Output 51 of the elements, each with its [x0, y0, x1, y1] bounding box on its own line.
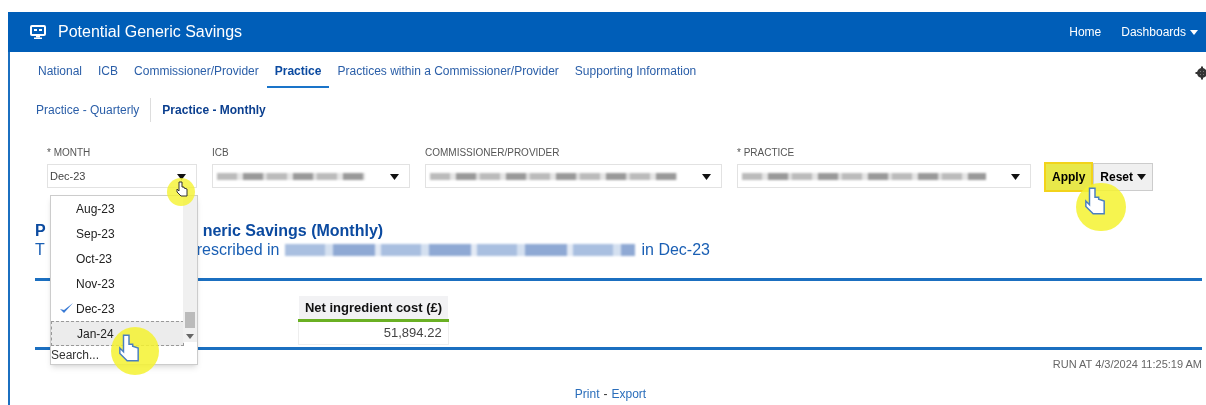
tab[interactable]: Practices within a Commissioner/Provider — [329, 62, 567, 88]
checkmark-icon — [59, 302, 74, 314]
field-label: COMMISSIONER/PROVIDER — [425, 146, 561, 160]
tab[interactable]: Supporting Information — [566, 62, 705, 88]
hand-cursor-icon — [176, 181, 188, 197]
tab[interactable]: National — [30, 62, 91, 88]
nav-menu[interactable]: Dashboards — [1121, 23, 1198, 41]
tab[interactable]: ICB — [90, 62, 127, 88]
search-field[interactable]: Search... — [51, 346, 100, 364]
run-timestamp: RUN AT 4/3/2024 11:25:19 AM — [1052, 356, 1202, 372]
link[interactable]: Print — [574, 385, 600, 403]
separator-text: - — [603, 386, 608, 403]
caret-icon — [1011, 174, 1020, 180]
tab[interactable]: Practice - Quarterly — [28, 101, 148, 119]
dropdown-option[interactable]: Nov-23 — [51, 271, 184, 296]
dropdown-option[interactable]: Dec-23 — [51, 296, 184, 321]
report-subtitle: in Dec-23 — [641, 240, 710, 260]
dropdown-option[interactable]: Aug-23 — [51, 196, 184, 221]
tab[interactable]: Commissioner/Provider — [126, 62, 267, 88]
hand-cursor-icon — [1084, 186, 1106, 216]
column-header: Net ingredient cost (£) — [298, 296, 449, 320]
report-subtitle: T — [35, 240, 45, 260]
report-title: neric Savings (Monthly) — [202, 222, 384, 240]
app-title: Potential Generic Savings — [58, 22, 243, 42]
nav-link[interactable]: Home — [1069, 23, 1102, 41]
report-subtitle: rescribed in — [196, 240, 280, 260]
reset-button[interactable]: Reset — [1093, 163, 1154, 191]
settings-icon[interactable] — [1194, 66, 1206, 80]
dropdown-option[interactable]: Sep-23 — [51, 221, 184, 246]
caret-icon — [1137, 174, 1147, 180]
select-field[interactable]: Dec-23 — [47, 164, 197, 188]
report-title: P — [35, 222, 46, 240]
tab[interactable]: Practice - Monthly — [154, 101, 274, 119]
dropdown-option[interactable]: Oct-23 — [51, 246, 184, 271]
field-label: ICB — [212, 146, 230, 160]
select-field[interactable] — [737, 164, 1031, 188]
caret-icon — [702, 174, 711, 180]
link[interactable]: Export — [611, 385, 647, 403]
select-field[interactable] — [425, 164, 722, 188]
caret-icon — [1190, 29, 1198, 35]
hand-cursor-icon — [118, 333, 140, 363]
apply-button[interactable]: Apply — [1044, 162, 1094, 192]
field-label: * MONTH — [47, 146, 92, 160]
monitor-icon — [30, 25, 46, 39]
table-cell: 51,894.22 — [298, 320, 449, 344]
scroll-down-icon[interactable] — [186, 334, 194, 339]
select-field[interactable] — [212, 164, 410, 188]
tab[interactable]: Practice — [266, 62, 330, 88]
caret-icon — [390, 174, 399, 180]
field-label: * PRACTICE — [737, 146, 796, 160]
scrollbar[interactable] — [183, 196, 197, 342]
